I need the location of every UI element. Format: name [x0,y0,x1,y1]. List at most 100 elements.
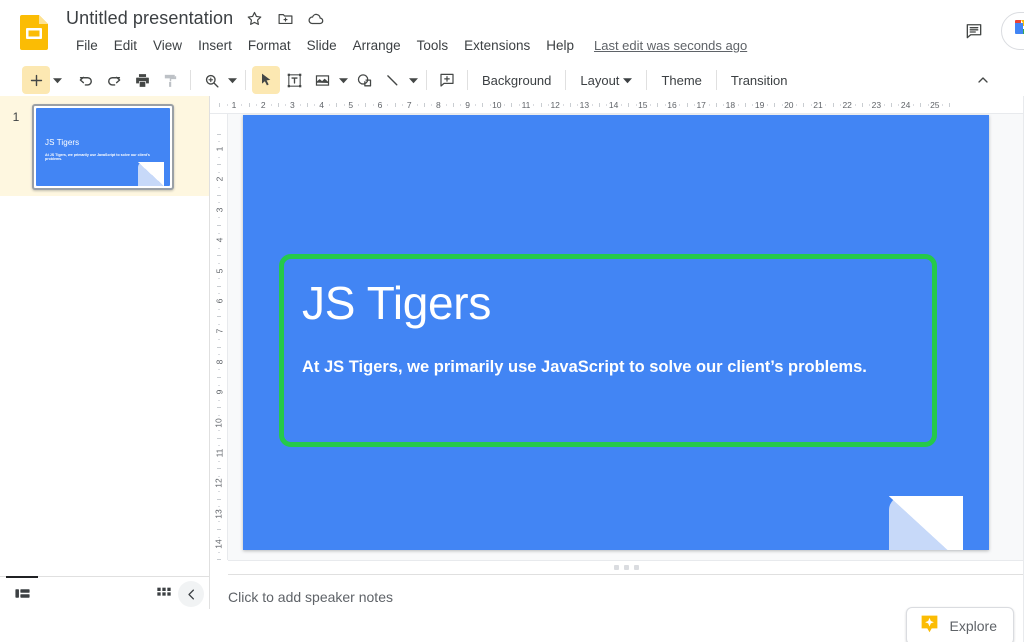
ruler-minor-tick [949,103,951,107]
menu-tools[interactable]: Tools [409,36,457,55]
move-to-folder-icon[interactable] [275,9,295,29]
menu-view[interactable]: View [145,36,190,55]
explore-button[interactable]: Explore [905,607,1014,642]
last-edit-status[interactable]: Last edit was seconds ago [594,38,747,53]
ruler-micro-tick [620,104,622,106]
ruler-minor-tick [686,103,688,107]
add-slide-icon[interactable] [22,66,50,94]
document-title[interactable]: Untitled presentation [66,8,233,29]
ruler-micro-tick [927,104,929,106]
ruler-tick-label: 8 [436,100,441,110]
shape-icon[interactable] [350,66,378,94]
collapse-toolbar-icon[interactable] [970,67,996,93]
filmstrip-view-icon[interactable] [0,575,44,610]
zoom-icon[interactable] [197,66,225,94]
ruler-micro-tick [285,104,287,106]
menu-slide[interactable]: Slide [299,36,345,55]
ruler-tick-label: 14 [214,539,224,549]
slides-logo-icon[interactable] [18,14,52,50]
ruler-micro-tick [752,104,754,106]
ruler-micro-tick [723,104,725,106]
chevron-down-icon [623,73,633,88]
horizontal-ruler[interactable]: 1 2 3 4 5 6 7 8 9 10 11 12 13 14 15 16 17 18 19 20 21 22 23 24 2… [210,96,1024,114]
thumbnail-title: JS Tigers [45,138,80,147]
ruler-micro-tick [460,104,462,106]
ruler-micro-tick [533,104,535,106]
ruler-micro-tick [664,104,666,106]
slide-thumbnail-item[interactable]: 1 JS Tigers At JS Tigers, we primarily u… [0,96,209,196]
undo-icon[interactable] [72,66,100,94]
select-arrow-icon[interactable] [252,66,280,94]
add-slide-caret-icon[interactable] [50,76,64,85]
ruler-minor-tick [336,103,338,107]
ruler-micro-tick [942,104,944,106]
zoom-caret-icon[interactable] [225,76,239,85]
line-icon[interactable] [378,66,406,94]
ruler-minor-tick [217,437,221,439]
add-comment-icon[interactable] [433,66,461,94]
ruler-tick-label: 2 [213,177,224,182]
background-button[interactable]: Background [474,69,559,92]
speaker-notes-placeholder[interactable]: Click to add speaker notes [228,589,1024,605]
ruler-micro-tick [854,104,856,106]
vertical-ruler[interactable]: 1 2 3 4 5 6 7 8 9 10 11 12 13 14 [210,114,228,560]
slide-number: 1 [12,110,20,124]
insert-image-icon[interactable] [308,66,336,94]
title-row: Untitled presentation [66,8,326,29]
slide-canvas-area[interactable]: JS Tigers At JS Tigers, we primarily use… [228,114,1024,560]
speaker-notes-panel[interactable]: Click to add speaker notes Explore [228,574,1024,642]
collapse-filmstrip-icon[interactable] [178,581,204,607]
comment-history-icon[interactable] [957,14,991,48]
slide-subtitle-text[interactable]: At JS Tigers, we primarily use JavaScrip… [302,357,922,378]
line-caret-icon[interactable] [406,76,420,85]
insert-image-caret-icon[interactable] [336,76,350,85]
ruler-micro-tick [218,232,220,234]
redo-icon[interactable] [100,66,128,94]
explore-sparkle-icon [919,613,940,639]
ruler-micro-tick [218,536,220,538]
ruler-micro-tick [218,475,220,477]
ruler-micro-tick [218,430,220,432]
ruler-tick-label: 6 [213,298,224,304]
ruler-tick-label: 4 [213,237,224,243]
menu-help[interactable]: Help [538,36,582,55]
transition-button[interactable]: Transition [723,69,796,92]
ruler-tick-label: 13 [214,509,224,519]
slide-canvas[interactable]: JS Tigers At JS Tigers, we primarily use… [243,115,989,550]
ruler-minor-tick [217,285,221,287]
ruler-minor-tick [217,255,221,257]
print-icon[interactable] [128,66,156,94]
slide-thumbnail-frame[interactable]: JS Tigers At JS Tigers, we primarily use… [32,104,174,190]
ruler-minor-tick [394,103,396,107]
ruler-minor-tick [217,559,221,560]
notes-resize-handle[interactable] [228,560,1024,574]
menu-arrange[interactable]: Arrange [345,36,409,55]
ruler-micro-tick [314,104,316,106]
slide-title-text[interactable]: JS Tigers [302,279,491,328]
theme-button[interactable]: Theme [653,69,709,92]
star-icon[interactable] [244,9,264,29]
selected-text-box[interactable]: JS Tigers At JS Tigers, we primarily use… [279,254,937,447]
cloud-saved-icon[interactable] [306,9,326,29]
ruler-micro-tick [241,104,243,106]
layout-button[interactable]: Layout [572,69,640,92]
ruler-tick-label: 7 [213,329,224,334]
paint-format-icon[interactable] [156,66,184,94]
ruler-micro-tick [218,171,220,173]
menu-extensions[interactable]: Extensions [456,36,538,55]
slides-app-window: Untitled presentation File Edit View Ins… [0,0,1024,642]
ruler-micro-tick [577,104,579,106]
ruler-tick-label: 25 [930,100,940,110]
ruler-tick-label: 14 [608,100,619,110]
ruler-micro-tick [218,156,220,158]
google-meet-button[interactable] [1001,12,1024,50]
text-box-icon[interactable] [280,66,308,94]
toolbar-divider [565,70,567,90]
menu-edit[interactable]: Edit [106,36,145,55]
menu-file[interactable]: File [68,36,106,55]
ruler-tick-label: 2 [260,100,266,110]
menu-insert[interactable]: Insert [190,36,240,55]
menu-format[interactable]: Format [240,36,299,55]
explore-button-label: Explore [949,618,997,634]
ruler-micro-tick [218,491,220,492]
